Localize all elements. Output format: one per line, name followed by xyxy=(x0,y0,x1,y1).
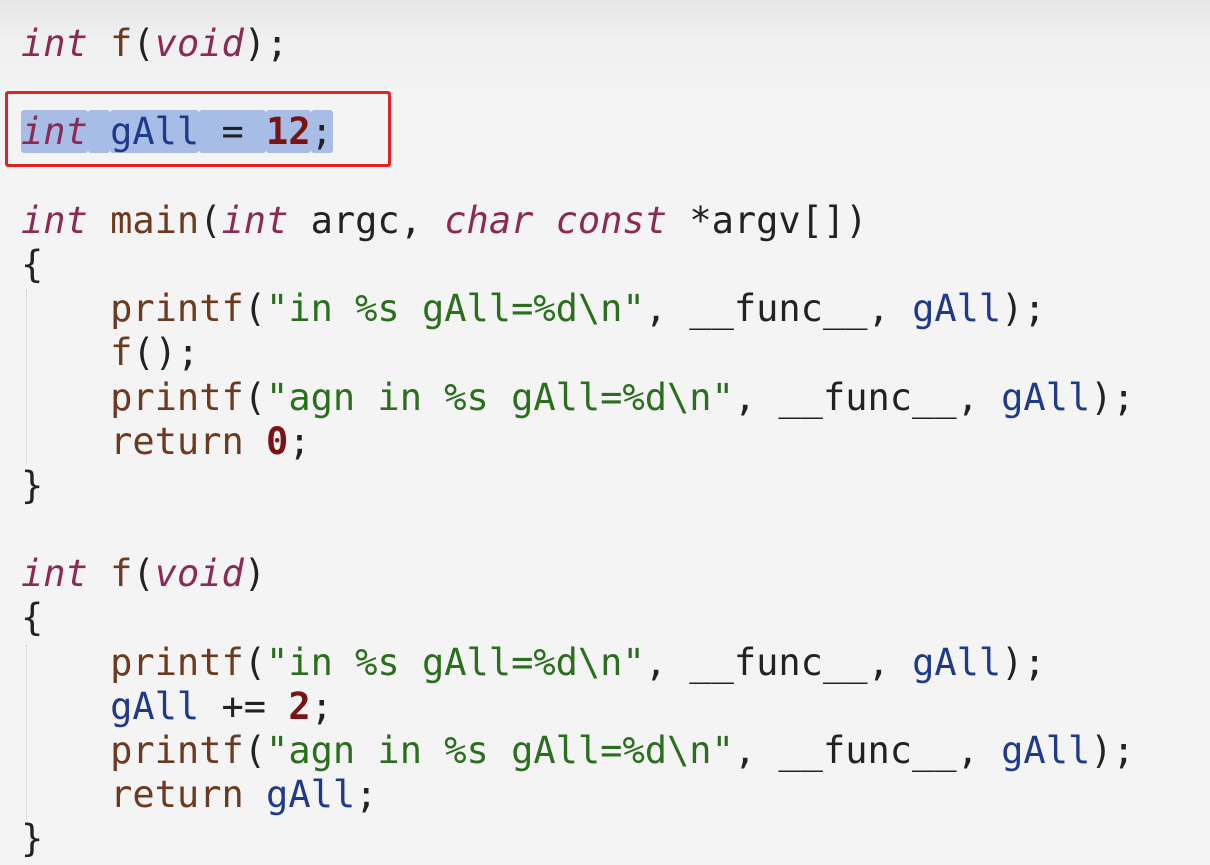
highlight-box xyxy=(5,91,391,167)
code-token: return xyxy=(110,773,244,817)
code-token: "agn in %s gAll=%d\n" xyxy=(266,375,734,419)
code-token: gAll xyxy=(110,684,200,728)
code-token: printf xyxy=(110,640,244,684)
code-token: 2 xyxy=(288,684,311,728)
code-token: ( xyxy=(243,375,267,419)
code-token: void xyxy=(154,552,244,596)
code-line-7[interactable]: printf("in %s gAll=%d\n", __func__, gAll… xyxy=(21,287,1135,331)
code-token: ( xyxy=(199,198,222,242)
code-token: const xyxy=(555,198,668,242)
code-token: , __func__, xyxy=(644,287,913,331)
code-token: ); xyxy=(1001,287,1046,331)
code-line-9[interactable]: printf("agn in %s gAll=%d\n", __func__, … xyxy=(21,376,1135,420)
code-token: printf xyxy=(110,375,244,419)
code-editor[interactable]: int f(void); int gAll = 12; int main(int… xyxy=(0,0,1210,865)
code-token: printf xyxy=(110,287,244,331)
code-token: { xyxy=(21,242,44,286)
code-token: gAll xyxy=(266,773,356,817)
code-token: (); xyxy=(132,331,200,375)
code-token: void xyxy=(154,22,244,65)
code-token: += xyxy=(199,684,289,728)
code-token: ); xyxy=(1090,375,1135,419)
code-token: "in %s gAll=%d\n" xyxy=(266,287,645,331)
code-token: , __func__, xyxy=(644,640,913,684)
code-token: char xyxy=(444,198,534,242)
code-token: ; xyxy=(288,419,311,463)
code-token: , __func__, xyxy=(733,729,1002,772)
code-token: ); xyxy=(243,22,289,65)
code-token: ( xyxy=(243,729,267,772)
code-token: gAll xyxy=(1001,375,1091,419)
code-line-6[interactable]: { xyxy=(21,243,1135,287)
code-token: int xyxy=(221,198,289,242)
code-token: int xyxy=(21,198,88,242)
code-line-11[interactable]: } xyxy=(21,464,1135,508)
code-line-5[interactable]: int main(int argc, char const *argv[]) xyxy=(21,199,1135,243)
code-token: ; xyxy=(310,684,333,728)
code-token: argc, xyxy=(288,198,445,242)
code-token: { xyxy=(21,596,44,640)
code-token: ( xyxy=(132,22,155,65)
code-line-16[interactable]: gAll += 2; xyxy=(21,685,1135,729)
code-line-10[interactable]: return 0; xyxy=(21,420,1135,464)
code-token: ); xyxy=(1090,729,1135,772)
code-token: return xyxy=(110,419,244,463)
code-token: , __func__, xyxy=(733,375,1002,419)
code-token: ) xyxy=(243,552,267,596)
code-token: gAll xyxy=(1001,729,1091,772)
code-token: ; xyxy=(355,773,378,817)
code-line-13[interactable]: int f(void) xyxy=(21,552,1135,596)
code-line-18[interactable]: return gAll; xyxy=(21,773,1135,817)
code-token: main xyxy=(110,198,200,242)
code-token: gAll xyxy=(912,640,1002,684)
code-token: 0 xyxy=(266,419,289,463)
code-token: *argv[]) xyxy=(667,198,868,242)
code-token: } xyxy=(21,817,44,861)
code-line-1[interactable]: int f(void); xyxy=(21,22,1135,66)
code-token: ( xyxy=(243,287,267,331)
code-token: int xyxy=(21,22,88,65)
code-token: } xyxy=(21,463,44,507)
code-line-14[interactable]: { xyxy=(21,596,1135,640)
code-token: gAll xyxy=(912,287,1002,331)
code-token: "agn in %s gAll=%d\n" xyxy=(266,729,734,772)
code-line-15[interactable]: printf("in %s gAll=%d\n", __func__, gAll… xyxy=(21,641,1135,685)
code-token: int xyxy=(21,552,88,596)
code-token: ( xyxy=(243,640,267,684)
code-line-12[interactable] xyxy=(21,508,1135,552)
code-line-19[interactable]: } xyxy=(21,817,1135,861)
code-token: f xyxy=(110,331,133,375)
code-line-8[interactable]: f(); xyxy=(21,331,1135,375)
code-token: ( xyxy=(132,552,155,596)
code-line-17[interactable]: printf("agn in %s gAll=%d\n", __func__, … xyxy=(21,729,1135,773)
code-token: ); xyxy=(1001,640,1046,684)
code-token: printf xyxy=(110,729,244,772)
code-token: f xyxy=(110,22,133,65)
code-token: f xyxy=(110,552,133,596)
code-token: "in %s gAll=%d\n" xyxy=(266,640,645,684)
